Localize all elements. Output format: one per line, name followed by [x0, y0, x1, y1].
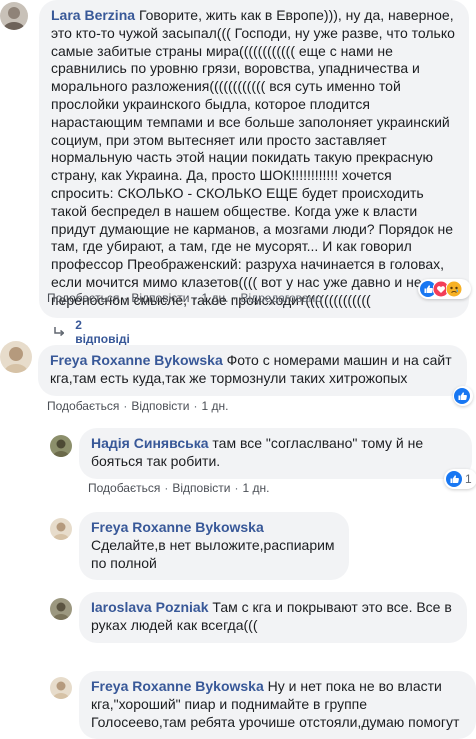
reaction-summary[interactable]: 1	[444, 469, 476, 489]
avatar[interactable]	[50, 677, 72, 699]
comment-bubble: Iaroslava Pozniak Там с кга и покрывают …	[79, 592, 467, 643]
reaction-summary[interactable]	[453, 386, 473, 406]
avatar[interactable]	[0, 2, 28, 30]
timestamp[interactable]: 1 дн.	[201, 399, 228, 413]
avatar-photo-icon	[0, 341, 32, 373]
avatar[interactable]	[50, 435, 72, 457]
comment-bubble: Надія Синявська там все "согласлвано" то…	[79, 428, 472, 479]
sad-reaction-icon	[446, 281, 462, 297]
comment-actions: Подобається · Відповісти · 1 дн.	[47, 399, 228, 413]
comment-bubble: Lara Berzina Говорите, жить как в Европе…	[39, 0, 469, 318]
timestamp[interactable]: 1 дн.	[201, 291, 228, 305]
separator-dot: ·	[123, 291, 128, 305]
separator-dot: ·	[234, 481, 239, 495]
like-reaction-icon	[446, 471, 462, 487]
separator-dot: ·	[232, 291, 237, 305]
comment-bubble: Freya Roxanne Bykowska Фото с номерами м…	[38, 345, 467, 396]
separator-dot: ·	[123, 399, 128, 413]
avatar-photo-icon	[50, 598, 72, 620]
reply-button[interactable]: Відповісти	[172, 481, 230, 495]
comment-author[interactable]: Надія Синявська	[91, 435, 209, 451]
avatar-photo-icon	[50, 677, 72, 699]
reply-arrow-icon	[54, 327, 65, 337]
comment-actions: Подобається · Відповісти · 1 дн.	[88, 481, 269, 495]
comment-author[interactable]: Freya Roxanne Bykowska	[91, 678, 264, 694]
separator-dot: ·	[193, 399, 198, 413]
comment-bubble: Freya Roxanne Bykowska Сделайте,в нет вы…	[79, 512, 349, 581]
avatar[interactable]	[50, 598, 72, 620]
comment-author[interactable]: Freya Roxanne Bykowska	[91, 519, 264, 535]
reaction-count: 1	[465, 472, 472, 486]
separator-dot: ·	[164, 481, 169, 495]
avatar[interactable]	[50, 518, 72, 540]
comment-text: Говорите, жить как в Европе))), ну да, н…	[51, 7, 455, 308]
separator-dot: ·	[193, 291, 198, 305]
avatar[interactable]	[0, 341, 32, 373]
comment-author[interactable]: Lara Berzina	[51, 7, 135, 23]
comment-text: Сделайте,в нет выложите,распиарим по пол…	[91, 536, 335, 571]
reply-button[interactable]: Відповісти	[131, 399, 189, 413]
reply-button[interactable]: Відповісти	[131, 291, 189, 305]
comment-bubble: Freya Roxanne Bykowska Ну и нет пока не …	[79, 671, 476, 739]
timestamp[interactable]: 1 дн.	[242, 481, 269, 495]
like-button[interactable]: Подобається	[47, 399, 119, 413]
comment-author[interactable]: Iaroslava Pozniak	[91, 599, 209, 615]
reaction-summary[interactable]	[418, 279, 471, 299]
edited-label[interactable]: Відредаговано	[240, 291, 321, 305]
like-button[interactable]: Подобається	[88, 481, 160, 495]
avatar-photo-icon	[50, 518, 72, 540]
view-replies-button[interactable]: 2 відповіді	[52, 318, 132, 346]
avatar-photo-icon	[0, 2, 28, 30]
like-button[interactable]: Подобається	[47, 291, 119, 305]
comment-actions: Подобається · Відповісти · 1 дн. · Відредагова…	[47, 291, 322, 305]
comment-author[interactable]: Freya Roxanne Bykowska	[50, 352, 223, 368]
like-reaction-icon	[454, 388, 470, 404]
avatar-photo-icon	[50, 435, 72, 457]
replies-count: 2 відповіді	[75, 318, 130, 346]
